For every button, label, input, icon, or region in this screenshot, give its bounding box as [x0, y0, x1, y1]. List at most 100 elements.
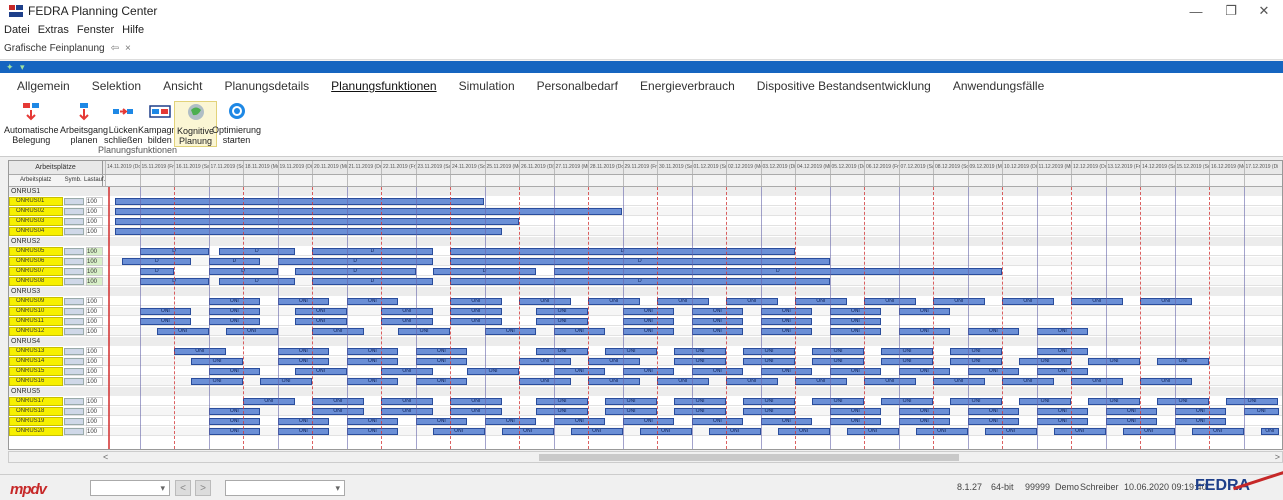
gantt-bar[interactable]: ONI — [605, 348, 657, 355]
scroll-thumb[interactable] — [539, 454, 959, 461]
gantt-bar[interactable]: ONI — [450, 298, 502, 305]
gantt-bar[interactable]: ONI — [208, 428, 261, 435]
gantt-bar[interactable]: ONI — [622, 418, 675, 425]
gantt-bar[interactable]: ONI — [553, 328, 606, 335]
resource-name[interactable]: ONRUS12 — [9, 327, 63, 336]
close-button[interactable]: ✕ — [1248, 0, 1280, 22]
gantt-bar[interactable]: ONI — [967, 368, 1020, 375]
gantt-bar[interactable]: ONI — [381, 308, 433, 315]
ribbon-tab-4[interactable]: Planungsfunktionen — [320, 79, 447, 93]
gantt-bar[interactable]: ONI — [277, 298, 330, 305]
gantt-bar[interactable]: ONI — [1019, 398, 1071, 405]
gantt-bar[interactable]: ONI — [588, 298, 640, 305]
gantt-bar[interactable]: ONI — [243, 398, 295, 405]
gantt-bar[interactable]: ONI — [691, 418, 744, 425]
resource-name[interactable]: ONRUS15 — [9, 367, 63, 376]
ribbon-tab-3[interactable]: Planungsdetails — [213, 79, 320, 93]
gantt-bar[interactable]: ONI — [484, 418, 537, 425]
resource-row[interactable]: ONRUS14 100 ONI ONI ONI ONI ONI ONI ONI ONI ONI ONI… — [9, 357, 1282, 366]
gantt-bar[interactable]: ONI — [1002, 378, 1054, 385]
gantt-bar[interactable]: ONI — [346, 378, 399, 385]
resource-row[interactable]: ONRUS03 100 — [9, 217, 1282, 226]
gantt-bar[interactable]: ONI — [1105, 418, 1158, 425]
gantt-bar[interactable]: ONI — [898, 308, 951, 315]
gantt-bar[interactable]: ONI — [570, 428, 623, 435]
gantt-bar[interactable]: ONI — [760, 368, 813, 375]
resource-name[interactable]: ONRUS01 — [9, 197, 63, 206]
gantt-bar[interactable]: ONI — [277, 348, 330, 355]
gantt-bar[interactable]: ONI — [346, 358, 399, 365]
gantt-bar[interactable]: ONI — [639, 428, 692, 435]
gantt-bar[interactable]: ONI — [1157, 398, 1209, 405]
gantt-bar[interactable]: ONI — [743, 398, 795, 405]
resource-name[interactable]: ONRUS10 — [9, 307, 63, 316]
resource-row[interactable]: ONRUS07 100 D D D D D — [9, 267, 1282, 276]
gantt-bar[interactable]: ONI — [536, 318, 588, 325]
gantt-bar[interactable]: ONI — [381, 318, 433, 325]
gantt-bar[interactable]: ONI — [674, 358, 726, 365]
gantt-bar[interactable]: D — [122, 258, 192, 265]
gantt-bar[interactable]: ONI — [812, 398, 864, 405]
ribbon-tab-9[interactable]: Anwendungsfälle — [942, 79, 1055, 93]
ribbon-tab-5[interactable]: Simulation — [448, 79, 526, 93]
gantt-bar[interactable]: ONI — [933, 378, 985, 385]
gantt-bar[interactable]: ONI — [346, 428, 399, 435]
gantt-bar[interactable]: ONI — [950, 398, 1002, 405]
resource-row[interactable]: ONRUS12 100 ONI ONI ONI ONI ONI ONI ONI ONI ONI ONI… — [9, 327, 1282, 336]
luecken-schliessen-button[interactable]: Lücken schließen — [104, 101, 143, 145]
gantt-bar[interactable]: ONI — [898, 418, 951, 425]
gantt-bar[interactable]: ONI — [208, 308, 261, 315]
col-symbol[interactable]: Symb. — [62, 175, 84, 186]
gantt-bar[interactable]: ONI — [312, 398, 364, 405]
col-load[interactable]: Lastauf. — [84, 175, 105, 186]
gantt-bar[interactable]: ONI — [726, 378, 778, 385]
resource-row[interactable]: ONRUS20 100 ONI ONI ONI ONI ONI ONI ONI ONI ONI ONI… — [9, 427, 1282, 436]
gantt-bar[interactable]: ONI — [536, 398, 588, 405]
gantt-bar[interactable]: ONI — [829, 418, 882, 425]
gantt-bar[interactable]: ONI — [1260, 428, 1279, 435]
gantt-bar[interactable]: D — [208, 258, 261, 265]
gantt-bar[interactable]: ONI — [346, 298, 399, 305]
gantt-bar[interactable]: D — [553, 268, 1002, 275]
resource-name[interactable]: ONRUS14 — [9, 357, 63, 366]
group-row[interactable]: ONRUS3 — [9, 287, 1282, 296]
gantt-bar[interactable]: ONI — [760, 308, 813, 315]
gantt-bar[interactable]: ONI — [1071, 378, 1123, 385]
gantt-bar[interactable] — [115, 208, 623, 215]
gantt-bar[interactable]: ONI — [312, 328, 364, 335]
gantt-bar[interactable]: ONI — [398, 328, 450, 335]
resource-name[interactable]: ONRUS03 — [9, 217, 63, 226]
gantt-bar[interactable]: ONI — [605, 398, 657, 405]
gantt-bar[interactable]: ONI — [777, 428, 830, 435]
gantt-bar[interactable]: D — [218, 278, 295, 285]
gantt-bar[interactable]: ONI — [984, 428, 1037, 435]
arrow-icon[interactable]: ✦ — [6, 61, 14, 73]
gantt-bar[interactable]: ONI — [674, 348, 726, 355]
horizontal-scrollbar[interactable]: < > — [8, 451, 1283, 463]
gantt-bar[interactable]: ONI — [691, 318, 744, 325]
gantt-bar[interactable]: ONI — [519, 378, 571, 385]
gantt-bar[interactable]: ONI — [519, 358, 571, 365]
gantt-bar[interactable]: ONI — [450, 318, 502, 325]
gantt-bar[interactable]: ONI — [294, 308, 347, 315]
gantt-bar[interactable]: ONI — [674, 408, 726, 415]
resource-row[interactable]: ONRUS04 100 — [9, 227, 1282, 236]
gantt-bar[interactable]: ONI — [864, 298, 916, 305]
gantt-bar[interactable]: ONI — [1243, 408, 1279, 415]
gantt-bar[interactable]: ONI — [674, 398, 726, 405]
gantt-bar[interactable]: ONI — [691, 308, 744, 315]
gantt-bar[interactable]: ONI — [484, 328, 537, 335]
gantt-bar[interactable]: ONI — [381, 368, 433, 375]
gantt-bar[interactable]: ONI — [967, 408, 1020, 415]
resource-row[interactable]: ONRUS01 100 — [9, 197, 1282, 206]
gantt-bar[interactable]: ONI — [1036, 328, 1089, 335]
gantt-bar[interactable]: ONI — [898, 368, 951, 375]
resource-row[interactable]: ONRUS16 100 ONI ONI ONI ONI ONI ONI ONI ONI ONI ONI… — [9, 377, 1282, 386]
gantt-bar[interactable]: ONI — [1105, 408, 1158, 415]
gantt-bar[interactable]: ONI — [208, 368, 261, 375]
group-row[interactable]: ONRUS4 — [9, 337, 1282, 346]
gantt-bar[interactable]: ONI — [381, 408, 433, 415]
resource-row[interactable]: ONRUS02 100 — [9, 207, 1282, 216]
gantt-bar[interactable]: ONI — [622, 328, 675, 335]
resource-name[interactable]: ONRUS04 — [9, 227, 63, 236]
